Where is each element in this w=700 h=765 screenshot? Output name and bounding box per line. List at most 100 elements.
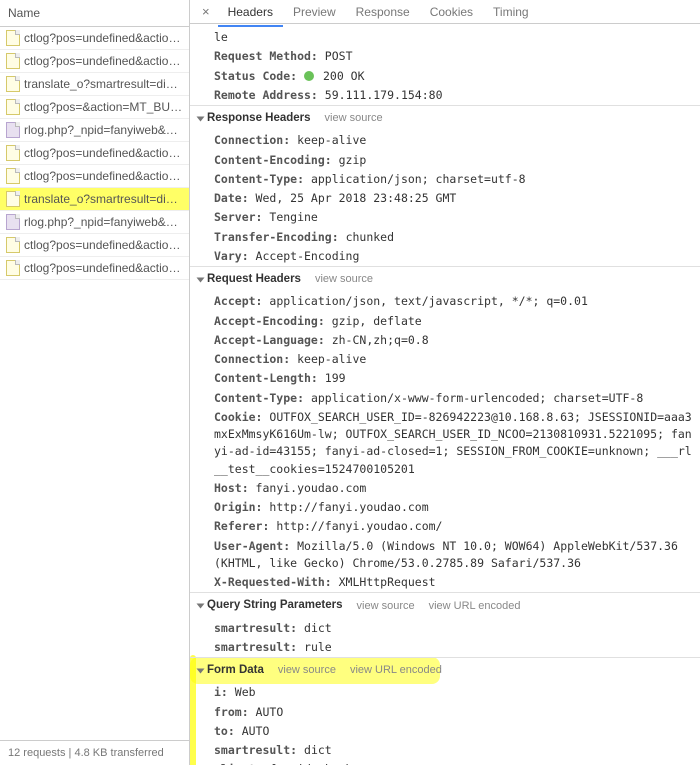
- section-query-string[interactable]: Query String Parameters view source view…: [190, 592, 700, 618]
- header-row: Transfer-Encoding: chunked: [190, 228, 700, 247]
- request-item[interactable]: ctlog?pos=&action=MT_BUTT...: [0, 96, 189, 119]
- header-row: Date: Wed, 25 Apr 2018 23:48:25 GMT: [190, 189, 700, 208]
- request-name: ctlog?pos=undefined&action...: [24, 54, 183, 68]
- header-row: Server: Tengine: [190, 208, 700, 227]
- request-name: ctlog?pos=undefined&action...: [24, 31, 183, 45]
- header-key: to:: [214, 724, 242, 738]
- header-row: Accept-Encoding: gzip, deflate: [190, 312, 700, 331]
- view-source-link[interactable]: view source: [315, 271, 373, 288]
- file-icon: [6, 214, 20, 230]
- general-status-code: Status Code: 200 OK: [190, 67, 700, 86]
- chevron-down-icon: [197, 116, 205, 121]
- request-item[interactable]: ctlog?pos=undefined&action...: [0, 27, 189, 50]
- header-value: OUTFOX_SEARCH_USER_ID=-826942223@10.168.…: [214, 410, 692, 476]
- header-row: to: AUTO: [190, 722, 700, 741]
- header-row: Connection: keep-alive: [190, 350, 700, 369]
- header-key: Cookie:: [214, 410, 269, 424]
- header-row: client: fanyideskweb: [190, 760, 700, 765]
- header-key: Accept-Encoding:: [214, 314, 332, 328]
- file-icon: [6, 122, 20, 138]
- chevron-down-icon: [197, 603, 205, 608]
- file-icon: [6, 76, 20, 92]
- header-value: application/json, text/javascript, */*; …: [269, 294, 588, 308]
- general-remote-address: Remote Address: 59.111.179.154:80: [190, 86, 700, 105]
- tab-response[interactable]: Response: [346, 0, 420, 25]
- request-item[interactable]: rlog.php?_npid=fanyiweb&_nc...: [0, 211, 189, 234]
- view-source-link[interactable]: view source: [325, 110, 383, 127]
- header-row: Referer: http://fanyi.youdao.com/: [190, 517, 700, 536]
- request-name: rlog.php?_npid=fanyiweb&_nc...: [24, 215, 183, 229]
- header-value: zh-CN,zh;q=0.8: [332, 333, 429, 347]
- header-key: Content-Encoding:: [214, 153, 339, 167]
- section-form-data[interactable]: Form Data view source view URL encoded: [190, 657, 700, 683]
- header-row: Content-Encoding: gzip: [190, 151, 700, 170]
- header-row: Connection: keep-alive: [190, 131, 700, 150]
- file-icon: [6, 53, 20, 69]
- header-row: smartresult: dict: [190, 741, 700, 760]
- request-item[interactable]: ctlog?pos=undefined&action...: [0, 50, 189, 73]
- request-name: ctlog?pos=undefined&action...: [24, 169, 183, 183]
- header-key: User-Agent:: [214, 539, 297, 553]
- file-icon: [6, 30, 20, 46]
- header-row: Content-Length: 199: [190, 369, 700, 388]
- request-item[interactable]: ctlog?pos=undefined&action...: [0, 142, 189, 165]
- header-value: keep-alive: [297, 133, 366, 147]
- header-key: Accept-Language:: [214, 333, 332, 347]
- details-panel: × HeadersPreviewResponseCookiesTiming le…: [190, 0, 700, 765]
- close-icon[interactable]: ×: [194, 0, 218, 23]
- header-row: Origin: http://fanyi.youdao.com: [190, 498, 700, 517]
- file-icon: [6, 145, 20, 161]
- header-row: Accept-Language: zh-CN,zh;q=0.8: [190, 331, 700, 350]
- header-key: smartresult:: [214, 621, 304, 635]
- header-row: Vary: Accept-Encoding: [190, 247, 700, 266]
- header-key: Referer:: [214, 519, 276, 533]
- sidebar-column-header[interactable]: Name: [0, 0, 189, 27]
- request-item[interactable]: translate_o?smartresult=dict&...: [0, 188, 189, 211]
- tab-preview[interactable]: Preview: [283, 0, 346, 25]
- section-request-headers[interactable]: Request Headers view source: [190, 266, 700, 292]
- request-item[interactable]: ctlog?pos=undefined&action...: [0, 257, 189, 280]
- request-name: translate_o?smartresult=dict&...: [24, 192, 183, 206]
- request-name: translate_o?smartresult=dict...: [24, 77, 183, 91]
- request-item[interactable]: ctlog?pos=undefined&action...: [0, 234, 189, 257]
- view-source-link[interactable]: view source: [357, 598, 415, 615]
- general-request-method: Request Method: POST: [190, 47, 700, 66]
- header-key: smartresult:: [214, 640, 304, 654]
- network-sidebar: Name ctlog?pos=undefined&action... ctlog?…: [0, 0, 190, 765]
- header-row: from: AUTO: [190, 703, 700, 722]
- file-icon: [6, 237, 20, 253]
- view-source-link[interactable]: view source: [278, 662, 336, 679]
- request-item[interactable]: rlog.php?_npid=fanyiweb&_nc...: [0, 119, 189, 142]
- details-body: le Request Method: POST Status Code: 200…: [190, 24, 700, 765]
- view-url-encoded-link[interactable]: view URL encoded: [429, 598, 521, 615]
- header-row: Cookie: OUTFOX_SEARCH_USER_ID=-826942223…: [190, 408, 700, 479]
- header-row: Content-Type: application/json; charset=…: [190, 170, 700, 189]
- section-response-headers[interactable]: Response Headers view source: [190, 105, 700, 131]
- header-key: Vary:: [214, 249, 256, 263]
- header-value: gzip, deflate: [332, 314, 422, 328]
- tab-cookies[interactable]: Cookies: [420, 0, 483, 25]
- header-value: AUTO: [256, 705, 284, 719]
- header-value: dict: [304, 621, 332, 635]
- header-key: smartresult:: [214, 743, 304, 757]
- header-value: 199: [325, 371, 346, 385]
- file-icon: [6, 191, 20, 207]
- header-value: chunked: [346, 230, 394, 244]
- tab-timing[interactable]: Timing: [483, 0, 539, 25]
- header-row: smartresult: rule: [190, 638, 700, 657]
- header-key: Content-Length:: [214, 371, 325, 385]
- request-item[interactable]: translate_o?smartresult=dict...: [0, 73, 189, 96]
- request-name: ctlog?pos=undefined&action...: [24, 261, 183, 275]
- header-key: Connection:: [214, 133, 297, 147]
- request-item[interactable]: ctlog?pos=undefined&action...: [0, 165, 189, 188]
- view-url-encoded-link[interactable]: view URL encoded: [350, 662, 442, 679]
- header-value: Tengine: [269, 210, 317, 224]
- header-value: dict: [304, 743, 332, 757]
- header-key: i:: [214, 685, 235, 699]
- header-value: Web: [235, 685, 256, 699]
- header-key: Transfer-Encoding:: [214, 230, 346, 244]
- header-value: Accept-Encoding: [256, 249, 360, 263]
- request-name: rlog.php?_npid=fanyiweb&_nc...: [24, 123, 183, 137]
- tab-headers[interactable]: Headers: [218, 0, 283, 27]
- request-name: ctlog?pos=undefined&action...: [24, 238, 183, 252]
